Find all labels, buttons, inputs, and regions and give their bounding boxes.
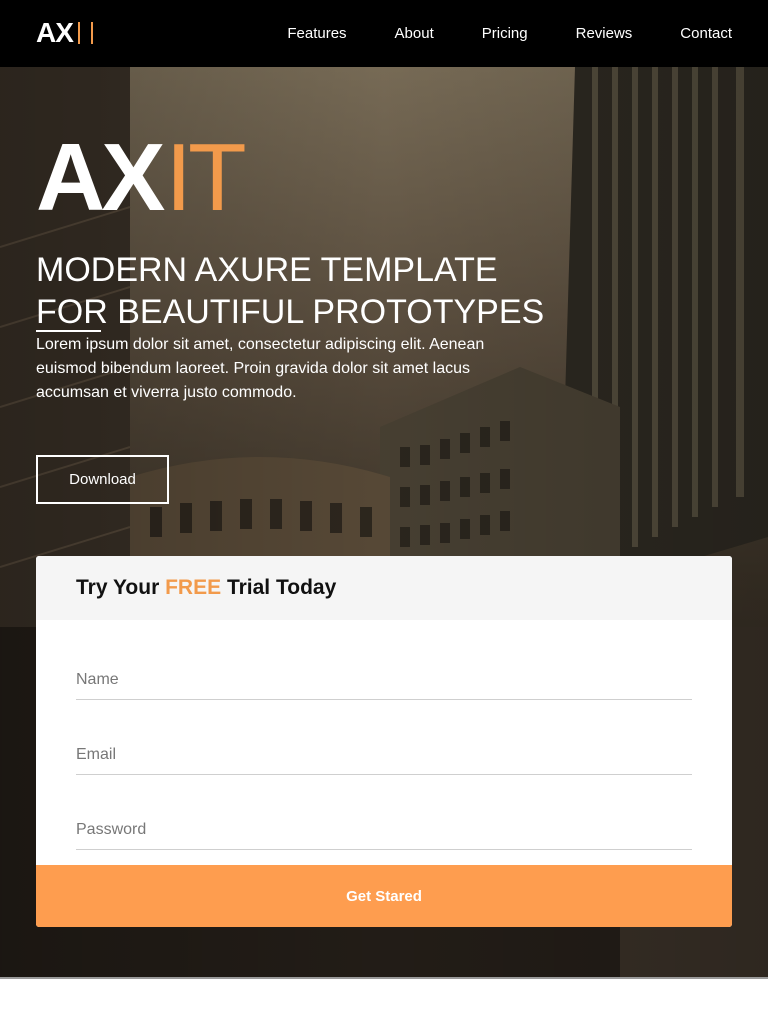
hero-brand: AXIT [36, 130, 247, 226]
name-input[interactable] [76, 671, 692, 689]
email-input[interactable] [76, 746, 692, 764]
title-end: Trial Today [221, 576, 337, 599]
logo-bar-icon [77, 22, 80, 44]
nav-link-features[interactable]: Features [287, 25, 346, 42]
email-field [76, 722, 692, 775]
brand-light: IT [165, 124, 246, 231]
headline-line-1: MODERN AXURE TEMPLATE [36, 251, 498, 289]
title-start: Try Your [76, 576, 166, 599]
brand-bold: AX [36, 124, 165, 231]
hero-headline: MODERN AXURE TEMPLATE FOR BEAUTIFUL PROT… [36, 249, 636, 333]
password-input[interactable] [76, 821, 692, 839]
title-accent: FREE [165, 576, 222, 599]
navbar: AX Features About Pricing Reviews Contac… [0, 0, 768, 67]
nav-link-contact[interactable]: Contact [680, 25, 732, 42]
nav-link-pricing[interactable]: Pricing [482, 25, 528, 42]
trial-card-header: Try Your FREE Trial Today [36, 556, 732, 620]
download-button[interactable]: Download [36, 455, 169, 504]
nav-menu: Features About Pricing Reviews Contact [239, 0, 732, 67]
nav-link-about[interactable]: About [395, 25, 434, 42]
headline-underline [36, 330, 101, 332]
nav-link-reviews[interactable]: Reviews [576, 25, 633, 42]
trial-signup-card: Try Your FREE Trial Today Get Stared [36, 556, 732, 927]
get-started-button[interactable]: Get Stared [36, 865, 732, 927]
password-field [76, 797, 692, 850]
logo[interactable]: AX [36, 17, 93, 49]
name-field [76, 647, 692, 700]
hero-description: Lorem ipsum dolor sit amet, consectetur … [36, 336, 485, 401]
logo-bar-icon [90, 22, 93, 44]
logo-text: AX [36, 17, 74, 48]
trial-card-title: Try Your FREE Trial Today [76, 576, 336, 600]
headline-line-2: FOR BEAUTIFUL PROTOTYPES [36, 293, 545, 331]
hero-bottom-divider [0, 977, 768, 979]
